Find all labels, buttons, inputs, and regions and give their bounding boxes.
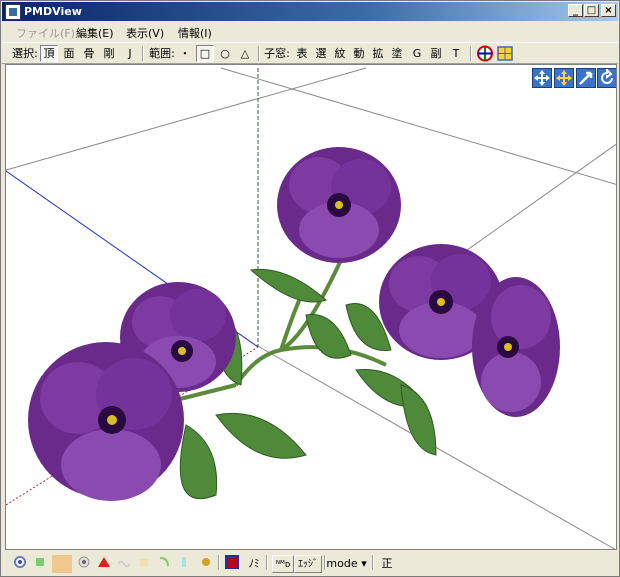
select-label: 選択: <box>12 47 38 60</box>
pmdview-window: PMDView _ □ × ファイル(F) 編集(E) 表示(V) 情報(I) … <box>0 0 620 577</box>
normals-button[interactable]: ᴺᴹᴅ <box>272 555 294 573</box>
child-g-button[interactable]: G <box>409 45 425 62</box>
view-morph-icon[interactable] <box>156 555 172 573</box>
color-swatch-icon[interactable] <box>224 555 240 573</box>
view-texture-icon[interactable] <box>176 555 192 573</box>
view-ik-icon[interactable] <box>136 555 152 573</box>
menu-bar: ファイル(F) 編集(E) 表示(V) 情報(I) <box>2 22 618 41</box>
view-material-icon[interactable] <box>52 555 72 573</box>
range-triangle-button[interactable]: △ <box>236 45 254 62</box>
axis-toggle-icon[interactable] <box>476 45 494 62</box>
toolbar-separator <box>470 46 472 61</box>
3d-viewport[interactable] <box>5 64 617 550</box>
menu-edit[interactable]: 編集(E) <box>76 25 114 41</box>
range-point-button[interactable]: ・ <box>178 45 192 62</box>
mode-label[interactable]: mode <box>326 555 358 573</box>
mirror-button[interactable]: ﾉﾐ <box>244 555 264 573</box>
child-texture-button[interactable]: 紋 <box>332 45 348 62</box>
status-separator <box>266 555 268 570</box>
view-vertex-icon[interactable] <box>12 555 28 573</box>
menu-info[interactable]: 情報(I) <box>178 25 212 41</box>
view-joint-icon[interactable] <box>116 555 132 573</box>
select-face-button[interactable]: 面 <box>60 45 78 62</box>
edge-button[interactable]: ｴｯｼﾞ <box>294 555 322 573</box>
select-bone-button[interactable]: 骨 <box>80 45 98 62</box>
child-paint-button[interactable]: 塗 <box>389 45 405 62</box>
child-t-button[interactable]: T <box>448 45 464 62</box>
rotate-icon[interactable] <box>597 67 616 88</box>
app-icon <box>5 4 21 20</box>
child-scale-button[interactable]: 拡 <box>370 45 386 62</box>
window-title: PMDView <box>24 5 82 18</box>
chevron-down-icon[interactable]: ▾ <box>358 555 370 573</box>
toolbar-separator <box>142 46 144 61</box>
view-rigid-icon[interactable] <box>95 555 113 573</box>
child-sub-button[interactable]: 副 <box>428 45 444 62</box>
toolbar: 選択: 頂 面 骨 剛 J 範囲: ・ □ ○ △ 子窓: 表 選 紋 動 拡 … <box>2 42 618 64</box>
range-circle-button[interactable]: ○ <box>216 45 234 62</box>
status-separator <box>218 555 220 570</box>
minimize-button[interactable]: _ <box>568 4 583 17</box>
maximize-button[interactable]: □ <box>584 4 599 17</box>
menu-file[interactable]: ファイル(F) <box>16 25 75 41</box>
close-button[interactable]: × <box>601 4 616 17</box>
toolbar-separator <box>258 46 260 61</box>
status-separator <box>372 555 374 570</box>
view-light-icon[interactable] <box>198 555 214 573</box>
zoom-icon[interactable] <box>576 68 596 88</box>
pan-icon[interactable] <box>554 68 574 88</box>
view-face-icon[interactable] <box>32 555 48 573</box>
scene-render <box>6 67 616 549</box>
range-label: 範囲: <box>149 47 175 60</box>
title-bar[interactable]: PMDView _ □ × <box>2 2 618 21</box>
child-table-button[interactable]: 表 <box>294 45 310 62</box>
menu-view[interactable]: 表示(V) <box>126 25 164 41</box>
range-rect-button[interactable]: □ <box>196 45 214 62</box>
select-rigid-button[interactable]: 剛 <box>100 45 118 62</box>
move-icon[interactable] <box>532 68 552 88</box>
child-window-label: 子窓: <box>264 47 290 60</box>
view-bone-icon[interactable] <box>76 555 92 573</box>
child-select-button[interactable]: 選 <box>313 45 329 62</box>
select-joint-button[interactable]: J <box>122 45 138 62</box>
child-move-button[interactable]: 動 <box>351 45 367 62</box>
grid-toggle-icon[interactable] <box>496 45 514 62</box>
select-vertex-button[interactable]: 頂 <box>40 45 58 62</box>
status-bar: ﾉﾐ ᴺᴹᴅ ｴｯｼﾞ mode ▾ 正 <box>2 552 618 576</box>
ortho-button[interactable]: 正 <box>378 555 396 573</box>
